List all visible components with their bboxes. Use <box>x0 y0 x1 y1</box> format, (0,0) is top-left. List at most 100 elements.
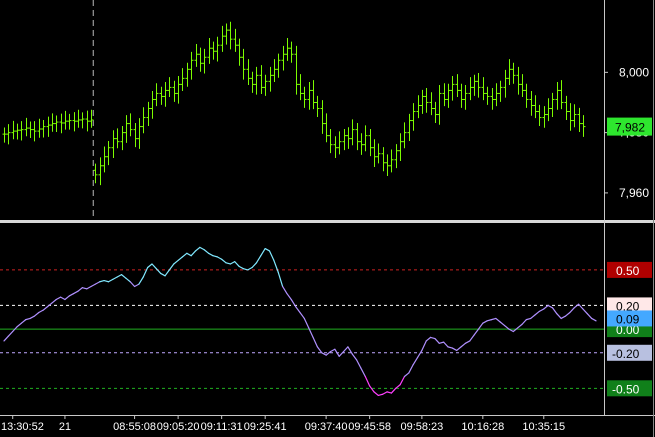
oscillator-segment <box>133 283 140 288</box>
oscillator-segment <box>316 346 323 354</box>
oscillator-segment <box>212 255 218 258</box>
oscillator-segment <box>268 250 275 262</box>
oscillator-segment <box>429 336 436 340</box>
oscillator-segment <box>556 313 562 320</box>
oscillator-segment <box>338 351 345 357</box>
price-bar <box>294 45 299 95</box>
time-tick-label: 13:30:52 <box>1 421 44 433</box>
oscillator-segment <box>369 385 375 393</box>
price-bar <box>416 95 421 119</box>
oscillator-segment <box>199 246 205 251</box>
time-tick-label: 09:05:20 <box>157 421 200 433</box>
oscillator-segment <box>360 367 366 378</box>
oscillator-segment <box>551 307 558 315</box>
price-bar <box>32 121 37 142</box>
price-bar <box>555 81 560 110</box>
oscillator-segment <box>438 341 445 344</box>
oscillator-segment <box>447 346 453 349</box>
price-bar <box>398 133 403 161</box>
price-bar <box>446 83 451 108</box>
oscillator-segment <box>77 287 83 292</box>
price-bar <box>15 123 20 140</box>
oscillator-segment <box>3 335 9 342</box>
price-bar <box>376 143 381 164</box>
time-tick-label: 09:11:31 <box>201 421 243 433</box>
oscillator-level-label: 0.50 <box>616 264 640 278</box>
price-bar <box>529 91 534 116</box>
price-bar <box>533 95 538 119</box>
oscillator-segment <box>486 319 493 322</box>
oscillator-segment <box>168 263 175 271</box>
oscillator-segment <box>490 317 497 321</box>
oscillator-segment <box>469 334 475 342</box>
oscillator-segment <box>351 353 358 361</box>
price-bar <box>98 157 103 186</box>
oscillator-segment <box>225 262 231 265</box>
price-bar <box>146 101 151 126</box>
price-bar <box>237 38 242 66</box>
price-bar <box>302 86 307 108</box>
price-bar <box>150 91 155 119</box>
price-bar <box>402 122 407 149</box>
oscillator-segment <box>81 287 88 290</box>
price-bar <box>189 51 194 80</box>
price-bar <box>41 119 46 138</box>
price-bar <box>233 28 238 52</box>
price-bar <box>172 80 177 102</box>
price-bar <box>28 121 33 139</box>
price-bar <box>137 118 142 149</box>
oscillator-segment <box>299 311 305 320</box>
price-bar <box>246 59 251 85</box>
price-bar <box>268 66 273 92</box>
oscillator-segment <box>495 317 501 323</box>
oscillator-segment <box>242 268 249 271</box>
price-bar <box>481 77 486 101</box>
price-bar <box>311 80 316 110</box>
price-bar <box>102 146 107 173</box>
oscillator-segment <box>59 296 66 301</box>
price-bar <box>581 115 586 137</box>
price-bar <box>133 122 138 148</box>
oscillator-segment <box>107 278 114 283</box>
oscillator-segment <box>342 346 349 353</box>
oscillator-segment <box>7 330 14 337</box>
oscillator-segment <box>90 283 97 288</box>
price-bar <box>272 59 277 82</box>
price-bar <box>476 72 481 98</box>
price-bar <box>442 83 447 107</box>
oscillator-segment <box>216 256 223 260</box>
oscillator-segment <box>238 265 245 270</box>
oscillator-segment <box>221 258 227 264</box>
price-bar <box>433 101 438 123</box>
oscillator-segment <box>260 247 266 257</box>
price-bar <box>54 115 59 133</box>
oscillator-segment <box>477 322 484 330</box>
price-axis: 8,0007,9807,9607,982 <box>604 65 652 200</box>
price-bar <box>167 77 172 98</box>
price-bar <box>333 136 338 158</box>
panel-separator <box>0 220 655 223</box>
price-bar <box>93 163 98 184</box>
price-bar <box>241 48 246 80</box>
oscillator-segment <box>64 295 70 301</box>
chart-canvas: 8,0007,9807,9607,982 0.500.200.00-0.20-0… <box>0 0 655 437</box>
price-bar <box>577 107 582 133</box>
oscillator-segment <box>560 315 567 320</box>
price-bar <box>85 110 90 132</box>
price-bar <box>389 149 394 173</box>
price-bar <box>450 75 455 101</box>
price-bar <box>276 53 281 78</box>
oscillator-segment <box>286 292 292 301</box>
oscillator-segment <box>16 322 23 328</box>
price-bar <box>429 92 434 116</box>
price-bar <box>503 69 508 98</box>
oscillator-segment <box>399 375 406 386</box>
oscillator-segment <box>194 246 201 252</box>
price-bar <box>520 74 525 98</box>
price-panel <box>2 0 586 222</box>
time-tick-label: 10:16:28 <box>461 421 504 433</box>
oscillator-segment <box>164 269 171 277</box>
price-bar <box>250 71 255 93</box>
price-bar <box>407 113 412 142</box>
price-bar <box>176 75 181 104</box>
